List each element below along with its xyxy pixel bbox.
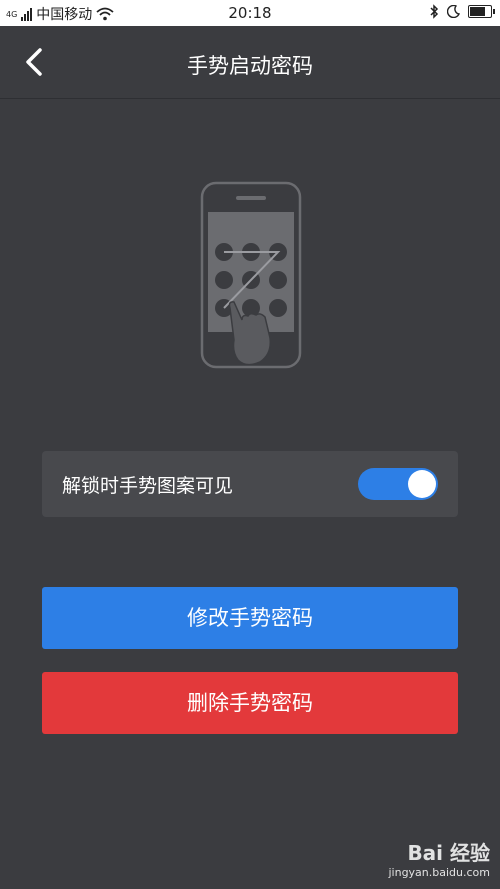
- watermark-url: jingyan.baidu.com: [388, 866, 490, 879]
- gesture-phone-illustration: [200, 181, 302, 369]
- baidu-watermark: Bai 经验 jingyan.baidu.com: [388, 837, 490, 879]
- toggle-knob: [408, 470, 436, 498]
- bluetooth-icon: [430, 4, 439, 19]
- status-right: [429, 4, 495, 19]
- app-header: 手势启动密码: [0, 26, 500, 99]
- modify-gesture-password-button[interactable]: 修改手势密码: [42, 587, 458, 649]
- pattern-visible-setting: 解锁时手势图案可见: [42, 451, 458, 517]
- clock: 20:18: [228, 4, 272, 22]
- battery-icon: [468, 5, 495, 18]
- pattern-visible-toggle[interactable]: [358, 468, 438, 500]
- phone-speaker: [236, 196, 266, 200]
- moon-icon: [447, 5, 460, 18]
- delete-gesture-password-button[interactable]: 删除手势密码: [42, 672, 458, 734]
- status-bar: 4G 中国移动 20:18: [0, 0, 500, 26]
- page-title: 手势启动密码: [187, 54, 313, 78]
- pattern-visible-label: 解锁时手势图案可见: [62, 475, 234, 497]
- watermark-brand: Bai 经验: [407, 841, 490, 865]
